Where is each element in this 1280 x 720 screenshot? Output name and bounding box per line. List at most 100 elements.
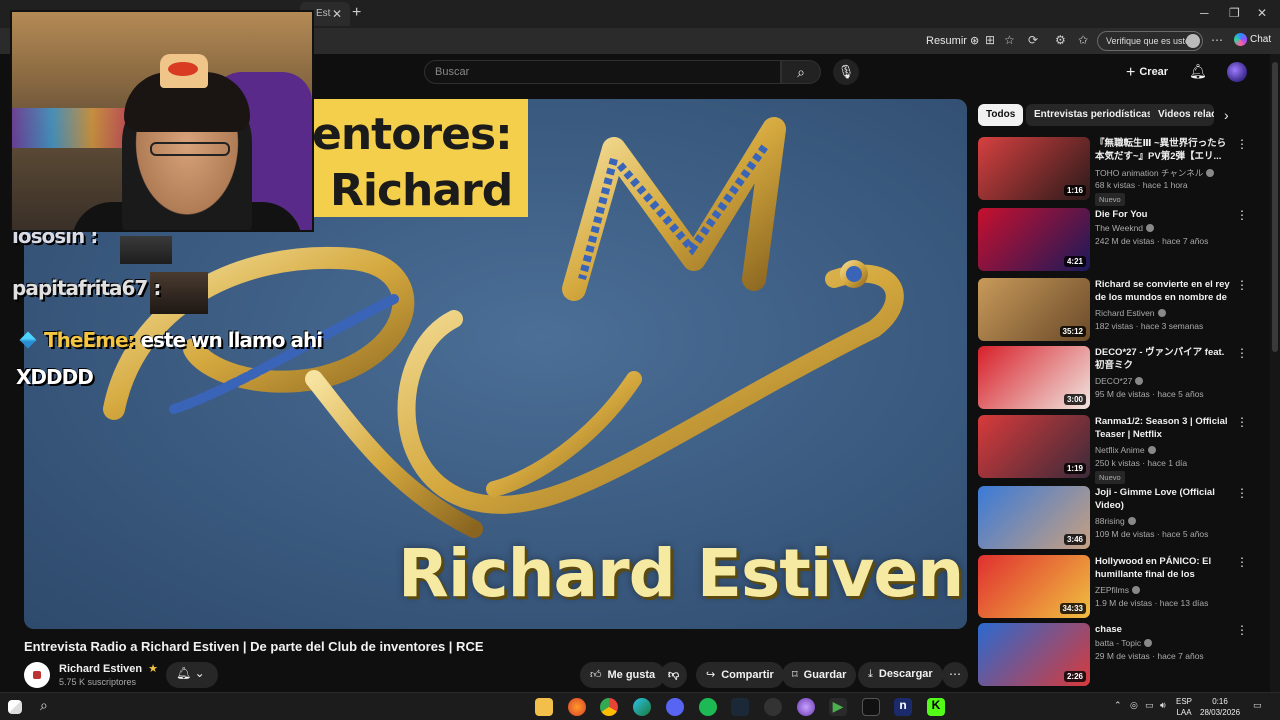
- video-thumbnail[interactable]: 35:12: [978, 278, 1090, 341]
- app-icon[interactable]: [797, 698, 815, 716]
- recommendation-item[interactable]: 2:26 chase batta - Topic 29 M de vistas · h…: [978, 623, 1270, 687]
- play-app-icon[interactable]: ▶: [829, 698, 847, 716]
- download-button[interactable]: ⤓ Descargar: [858, 662, 943, 688]
- firefox-icon[interactable]: [568, 698, 586, 716]
- more-menu-icon[interactable]: ⋯: [1211, 33, 1223, 47]
- voice-search-button[interactable]: 🎙: [833, 59, 859, 85]
- bookmark-icon: ⌑: [792, 669, 798, 681]
- chip-todos[interactable]: Todos: [978, 104, 1024, 126]
- more-options-icon[interactable]: ⋮: [1236, 415, 1248, 429]
- video-thumbnail[interactable]: 1:16: [978, 137, 1090, 200]
- more-options-icon[interactable]: ⋮: [1236, 486, 1248, 500]
- obs-icon[interactable]: [764, 698, 782, 716]
- search-button[interactable]: ⌕: [781, 60, 821, 84]
- recommendation-title[interactable]: Die For You: [1095, 208, 1231, 221]
- chevron-right-icon[interactable]: ›: [1224, 107, 1229, 123]
- search-icon[interactable]: ⌕: [40, 697, 48, 714]
- video-thumbnail[interactable]: 4:21: [978, 208, 1090, 271]
- discord-icon[interactable]: [666, 698, 684, 716]
- recommendation-item[interactable]: 3:46 Joji - Gimme Love (Official Video) 88…: [978, 486, 1270, 550]
- more-options-icon[interactable]: ⋮: [1236, 208, 1248, 222]
- recommendation-channel[interactable]: ZEPfilms: [1095, 585, 1140, 595]
- channel-name[interactable]: Richard Estiven ★: [59, 662, 158, 675]
- minimize-icon[interactable]: ─: [1200, 6, 1209, 20]
- page-scrollbar[interactable]: [1270, 54, 1280, 694]
- video-thumbnail[interactable]: 1:19: [978, 415, 1090, 478]
- chrome-icon[interactable]: [600, 698, 618, 716]
- recommendation-item[interactable]: 4:21 Die For You The Weeknd 242 M de vistas…: [978, 208, 1270, 272]
- profile-verify-button[interactable]: Verifique que es usted: [1097, 31, 1203, 51]
- video-thumbnail[interactable]: 3:46: [978, 486, 1090, 549]
- tray-app-icon[interactable]: ◎: [1130, 700, 1138, 711]
- edge-icon[interactable]: [633, 698, 651, 716]
- tray-chevron-icon[interactable]: ⌃: [1114, 700, 1122, 711]
- channel-avatar[interactable]: [24, 662, 50, 688]
- close-window-icon[interactable]: ✕: [1257, 6, 1267, 20]
- taskbar-clock[interactable]: 0:16 28/03/2026: [1200, 696, 1240, 718]
- extensions-icon[interactable]: ⚙: [1055, 33, 1066, 47]
- recommendation-title[interactable]: Hollywood en PÁNICO: El humillante final…: [1095, 555, 1231, 581]
- more-actions-button[interactable]: ⋯: [942, 662, 968, 688]
- recommendation-item[interactable]: 35:12 Richard se convierte en el rey de l…: [978, 278, 1270, 342]
- terminal-icon[interactable]: [862, 698, 880, 716]
- create-button[interactable]: + Crear: [1126, 64, 1168, 82]
- close-tab-icon[interactable]: ✕: [332, 7, 342, 21]
- recommendation-channel[interactable]: 88rising: [1095, 516, 1136, 526]
- windows-start-icon[interactable]: [8, 700, 22, 714]
- video-thumbnail[interactable]: 3:00: [978, 346, 1090, 409]
- favorite-icon[interactable]: ☆: [1004, 33, 1015, 47]
- keyboard-language[interactable]: ESP LAA: [1176, 696, 1192, 718]
- new-tab-icon[interactable]: +: [352, 4, 361, 22]
- kick-icon[interactable]: K: [927, 698, 945, 716]
- maximize-icon[interactable]: ❐: [1229, 6, 1240, 20]
- recommendation-title[interactable]: DECO*27 - ヴァンパイア feat. 初音ミク: [1095, 346, 1231, 372]
- more-options-icon[interactable]: ⋮: [1236, 623, 1248, 637]
- network-icon[interactable]: ▭: [1145, 700, 1154, 711]
- search-input[interactable]: Buscar: [424, 60, 781, 84]
- like-button[interactable]: 👍︎ Me gusta: [580, 662, 666, 688]
- refresh-icon[interactable]: ⟳: [1028, 33, 1038, 47]
- recommendation-title[interactable]: Ranma1/2: Season 3 | Official Teaser | N…: [1095, 415, 1231, 441]
- more-options-icon[interactable]: ⋮: [1236, 137, 1248, 151]
- chip-videos-relacionados[interactable]: Videos relac: [1150, 104, 1214, 126]
- account-avatar[interactable]: [1227, 62, 1247, 82]
- recommendation-channel[interactable]: DECO*27: [1095, 376, 1144, 386]
- notifications-center-icon[interactable]: ▭: [1253, 700, 1262, 711]
- subscription-bell-dropdown[interactable]: 🔔︎ ⌄: [166, 662, 218, 688]
- chip-entrevistas[interactable]: Entrevistas periodísticas: [1026, 104, 1161, 126]
- video-thumbnail[interactable]: 2:26: [978, 623, 1090, 686]
- recommendation-channel[interactable]: Richard Estiven: [1095, 308, 1166, 318]
- dislike-button[interactable]: 👎︎: [660, 662, 688, 688]
- save-button[interactable]: ⌑ Guardar: [782, 662, 857, 688]
- recommendation-channel[interactable]: TOHO animation チャンネル: [1095, 167, 1215, 179]
- recommendation-channel[interactable]: The Weeknd: [1095, 223, 1155, 233]
- video-thumbnail[interactable]: 34:33: [978, 555, 1090, 618]
- recommendation-title[interactable]: 『無職転生Ⅲ ~異世界行ったら本気だす~』PV第2弾【エリ...: [1095, 137, 1231, 163]
- recommendation-channel[interactable]: batta - Topic: [1095, 638, 1153, 648]
- recommendation-item[interactable]: 3:00 DECO*27 - ヴァンパイア feat. 初音ミク DECO*27 95…: [978, 346, 1270, 410]
- recommendation-item[interactable]: 1:19 Ranma1/2: Season 3 | Official Teaser…: [978, 415, 1270, 484]
- app-n-icon[interactable]: n: [894, 698, 912, 716]
- share-button[interactable]: ↪ Compartir: [696, 662, 784, 688]
- steam-icon[interactable]: [731, 698, 749, 716]
- recommendation-title[interactable]: Joji - Gimme Love (Official Video): [1095, 486, 1231, 512]
- thumbs-down-icon: 👎︎: [668, 669, 680, 681]
- recommendation-item[interactable]: 1:16 『無職転生Ⅲ ~異世界行ったら本気だす~』PV第2弾【エリ... TOHO…: [978, 137, 1270, 206]
- volume-icon[interactable]: 🔊︎: [1160, 700, 1166, 711]
- more-options-icon[interactable]: ⋮: [1236, 278, 1248, 292]
- app-icon[interactable]: ⊞: [985, 33, 995, 47]
- duration-badge: 35:12: [1059, 326, 1086, 337]
- recommendation-item[interactable]: 34:33 Hollywood en PÁNICO: El humillante …: [978, 555, 1270, 619]
- favorites-bar-icon[interactable]: ✩: [1078, 33, 1088, 47]
- recommendation-title[interactable]: Richard se convierte en el rey de los mu…: [1095, 278, 1231, 304]
- summarize-button[interactable]: Resumir ⊛: [926, 34, 979, 47]
- copilot-chat-button[interactable]: Chat: [1234, 33, 1271, 46]
- recommendation-title[interactable]: chase: [1095, 623, 1231, 636]
- file-explorer-icon[interactable]: [535, 698, 553, 716]
- notifications-icon[interactable]: 🔔︎: [1189, 63, 1207, 80]
- more-options-icon[interactable]: ⋮: [1236, 555, 1248, 569]
- recommendation-channel[interactable]: Netflix Anime: [1095, 445, 1156, 455]
- recommendation-meta: 182 vistas · hace 3 semanas: [1095, 321, 1204, 331]
- spotify-icon[interactable]: [699, 698, 717, 716]
- more-options-icon[interactable]: ⋮: [1236, 346, 1248, 360]
